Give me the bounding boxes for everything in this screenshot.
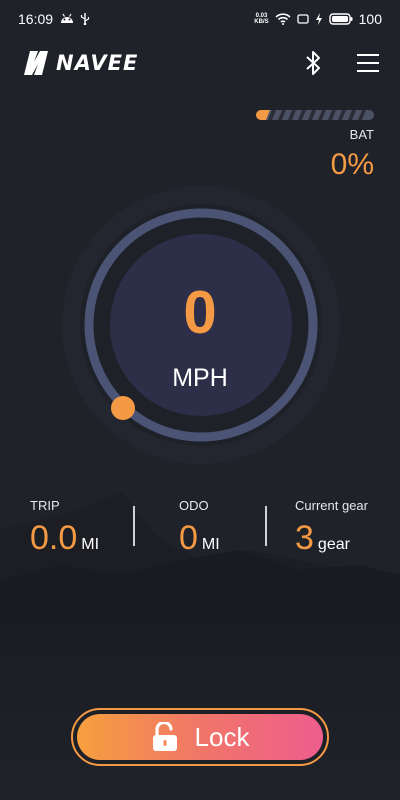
speed-value: 0 [183,279,217,346]
odo-stat: ODO 0 MI [179,498,220,558]
usb-icon [80,13,90,25]
network-speed-unit: KB/S [254,19,269,25]
trip-stat: TRIP 0.0 MI [30,498,99,558]
battery-segment-bar [256,110,374,120]
menu-button[interactable] [356,52,380,74]
lock-open-icon [152,722,177,751]
brand-logo: NAVEE [20,48,138,78]
battery-level: 100 [358,11,382,27]
status-bar: 16:09 0.03 KB/S 100 [0,0,400,36]
status-time: 16:09 [18,11,54,27]
gear-label: Current gear [295,498,368,513]
stat-divider [133,506,135,546]
network-speed: 0.03 KB/S [254,13,268,25]
lock-button[interactable]: Lock [77,714,323,760]
speed-indicator-dot [111,396,135,420]
odo-value: 0 [179,519,198,557]
navee-logo-icon [24,51,48,75]
app-header: NAVEE [0,44,400,84]
speed-unit: MPH [172,364,228,392]
gear-unit: gear [317,536,350,553]
odo-unit: MI [201,536,220,553]
charging-icon [315,13,322,25]
trip-label: TRIP [30,498,60,513]
gear-value: 3 [295,519,314,557]
battery-percentage: 0% [330,148,374,181]
menu-icon [357,54,379,72]
screen-icon [296,14,309,24]
bluetooth-button[interactable] [302,50,326,76]
lock-label: Lock [194,721,250,752]
status-right-icons: 0.03 KB/S 100 [254,11,382,27]
trip-value: 0.0 [30,519,78,557]
battery-icon [328,13,353,25]
bluetooth-icon [306,51,320,75]
brand-name: NAVEE [56,51,139,75]
android-icon [61,13,73,23]
odo-label: ODO [179,498,209,513]
wifi-icon [275,13,291,25]
battery-label: BAT [349,127,374,142]
stat-divider [265,506,267,546]
status-left-icons [60,12,90,25]
gear-stat: Current gear 3 gear [295,498,368,558]
trip-unit: MI [81,536,100,553]
